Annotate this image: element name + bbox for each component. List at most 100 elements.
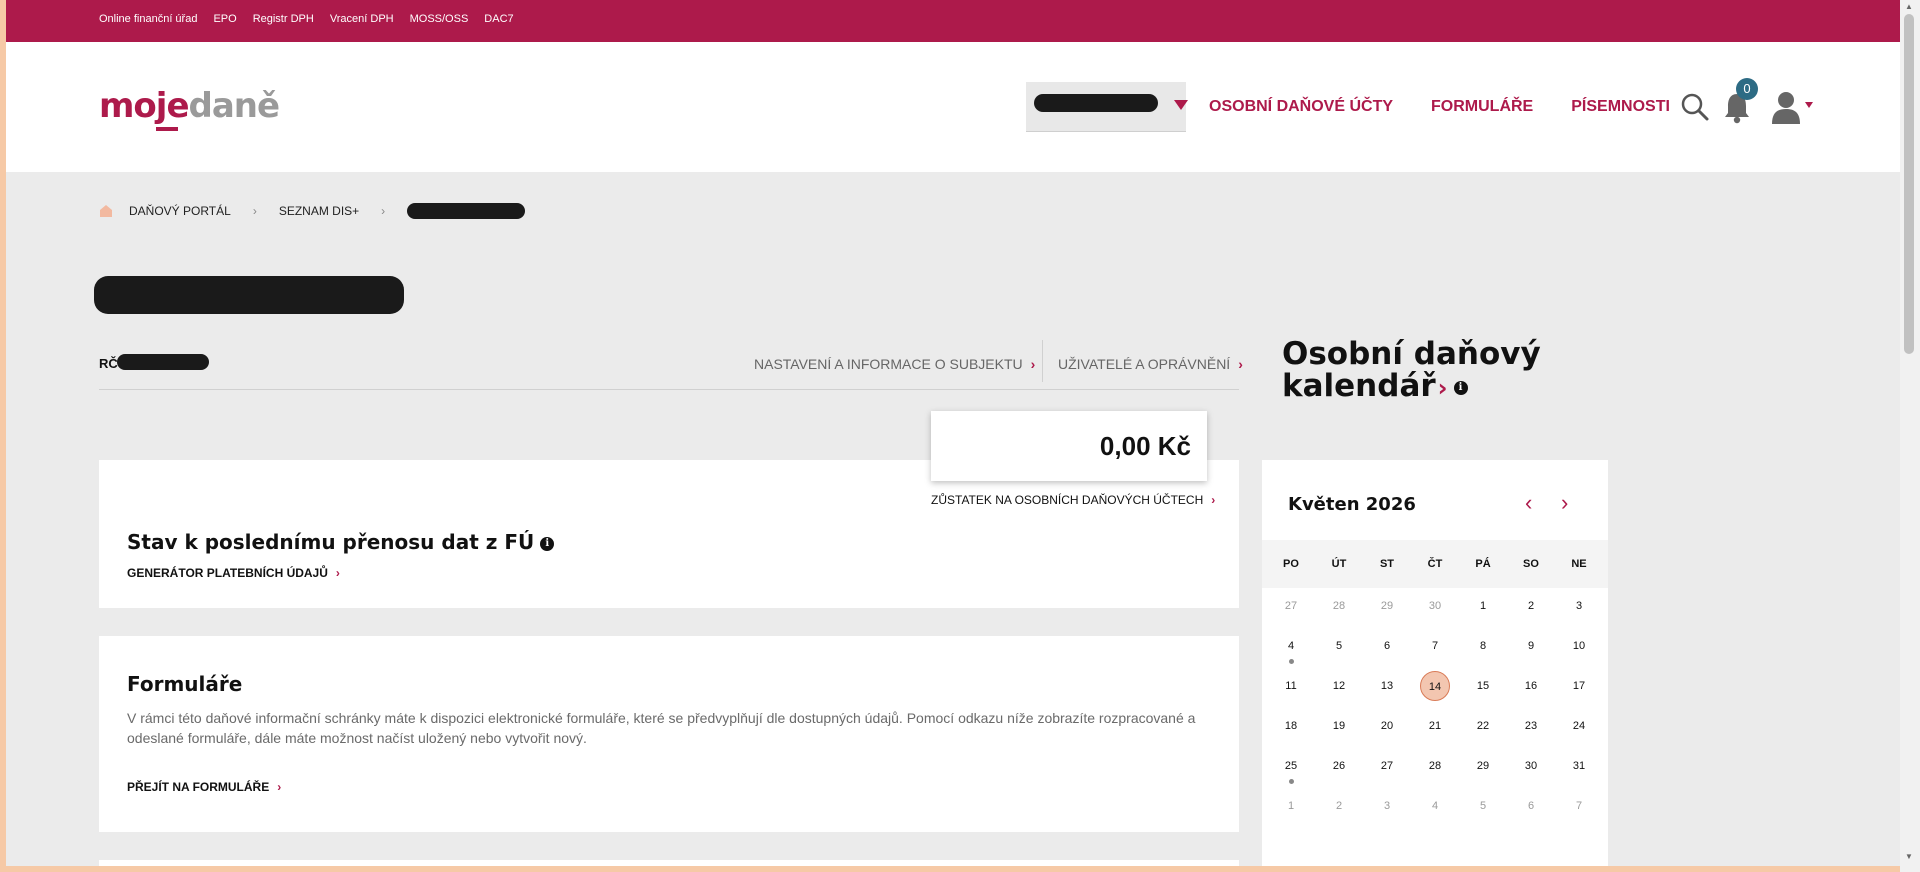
calendar-day[interactable]: 3 [1363, 791, 1411, 831]
chevron-right-icon[interactable]: › [1561, 490, 1568, 516]
chevron-right-icon: › [1030, 356, 1036, 372]
calendar-month: Květen 2026 [1288, 494, 1416, 515]
breadcrumb-danovy-portal[interactable]: DAŇOVÝ PORTÁL [129, 204, 231, 218]
calendar-day-label: 11 [1285, 680, 1297, 692]
calendar-day-label: 4 [1431, 800, 1439, 812]
chevron-left-icon[interactable]: ‹ [1525, 490, 1532, 516]
calendar-day[interactable]: 29 [1459, 751, 1507, 791]
top-link[interactable]: Vracení DPH [330, 13, 394, 25]
calendar-day[interactable]: 10 [1555, 631, 1603, 671]
calendar-day-label: 18 [1284, 720, 1298, 732]
calendar-day[interactable]: 11 [1267, 671, 1315, 711]
calendar-day[interactable]: 6 [1363, 631, 1411, 671]
calendar-day-label: 7 [1431, 640, 1439, 652]
calendar-day[interactable]: 28 [1411, 751, 1459, 791]
settings-link[interactable]: NASTAVENÍ A INFORMACE O SUBJEKTU › [754, 356, 1035, 372]
calendar-day[interactable]: 30 [1507, 751, 1555, 791]
balance-link[interactable]: ZŮSTATEK NA OSOBNÍCH DAŇOVÝCH ÚČTECH › [931, 493, 1215, 507]
calendar-day[interactable]: 5 [1459, 791, 1507, 831]
users-link[interactable]: UŽIVATELÉ A OPRÁVNĚNÍ › [1058, 356, 1243, 372]
calendar-weekday-label: PO [1283, 558, 1299, 570]
top-link[interactable]: MOSS/OSS [410, 13, 469, 25]
calendar-day[interactable]: 31 [1555, 751, 1603, 791]
calendar-day[interactable]: 23 [1507, 711, 1555, 751]
calendar-day-label: 6 [1527, 800, 1535, 812]
calendar-day-label: 23 [1524, 720, 1538, 732]
divider [1042, 340, 1043, 382]
calendar-day[interactable]: 16 [1507, 671, 1555, 711]
calendar-weekday: SO [1507, 549, 1555, 589]
calendar-day-label: 3 [1383, 800, 1391, 812]
scrollbar[interactable]: ▲ ▼ [1900, 0, 1920, 872]
calendar-day[interactable]: 13 [1363, 671, 1411, 711]
calendar-day-label: 15 [1476, 680, 1490, 692]
calendar-day[interactable]: 25 [1267, 751, 1315, 791]
calendar-day[interactable]: 5 [1315, 631, 1363, 671]
calendar-day[interactable]: 8 [1459, 631, 1507, 671]
calendar-day[interactable]: 21 [1411, 711, 1459, 751]
rc-label: RČ [99, 356, 118, 371]
chevron-right-icon: › [1238, 356, 1243, 372]
calendar-day[interactable]: 20 [1363, 711, 1411, 751]
redacted-rc-value [117, 354, 209, 370]
nav-pisemnosti[interactable]: PÍSEMNOSTI [1571, 98, 1670, 116]
calendar-day[interactable]: 29 [1363, 591, 1411, 631]
subject-select[interactable] [1026, 82, 1188, 132]
calendar-day[interactable]: 28 [1315, 591, 1363, 631]
calendar-day[interactable]: 4 [1411, 791, 1459, 831]
top-link[interactable]: Registr DPH [253, 13, 314, 25]
calendar-day[interactable]: 26 [1315, 751, 1363, 791]
calendar-day[interactable]: 22 [1459, 711, 1507, 751]
nav-osobni-danove-ucty[interactable]: OSOBNÍ DAŇOVÉ ÚČTY [1209, 98, 1393, 116]
user-icon[interactable] [1770, 90, 1814, 124]
top-link[interactable]: DAC7 [484, 13, 513, 25]
calendar-day[interactable]: 7 [1411, 631, 1459, 671]
search-icon[interactable] [1680, 92, 1710, 122]
calendar-day[interactable]: 17 [1555, 671, 1603, 711]
calendar-day[interactable]: 30 [1411, 591, 1459, 631]
calendar-heading[interactable]: Osobní daňový kalendář› i [1282, 338, 1582, 404]
calendar-day[interactable]: 1 [1267, 791, 1315, 831]
calendar-day-label: 27 [1380, 760, 1394, 772]
calendar-day-label: 13 [1380, 680, 1394, 692]
subject-info-row: RČ NASTAVENÍ A INFORMACE O SUBJEKTU › UŽI… [99, 340, 1243, 390]
forms-link[interactable]: PŘEJÍT NA FORMULÁŘE › [127, 780, 281, 794]
info-icon[interactable]: i [540, 536, 555, 551]
scroll-down-icon[interactable]: ▼ [1905, 852, 1913, 861]
calendar-day[interactable]: 2 [1315, 791, 1363, 831]
calendar-day-label: 7 [1575, 800, 1583, 812]
calendar-day[interactable]: 3 [1555, 591, 1603, 631]
breadcrumb-seznam-dis[interactable]: SEZNAM DIS+ [279, 204, 359, 218]
calendar-day[interactable]: 27 [1363, 751, 1411, 791]
logo-part-dane: daně [188, 86, 281, 126]
calendar-day[interactable]: 9 [1507, 631, 1555, 671]
calendar-day[interactable]: 19 [1315, 711, 1363, 751]
calendar-day[interactable]: 18 [1267, 711, 1315, 751]
calendar-day-label: 22 [1476, 720, 1490, 732]
calendar-day[interactable]: 24 [1555, 711, 1603, 751]
calendar-day-label: 31 [1572, 760, 1586, 772]
calendar-weekday-label: ČT [1427, 558, 1443, 570]
calendar-day[interactable]: 4 [1267, 631, 1315, 671]
scroll-thumb[interactable] [1904, 14, 1914, 354]
calendar-day[interactable]: 7 [1555, 791, 1603, 831]
home-icon[interactable] [99, 204, 113, 218]
calendar-day-today[interactable]: 14 [1411, 671, 1459, 711]
logo[interactable]: mojedaně [99, 86, 281, 131]
top-link[interactable]: EPO [213, 13, 236, 25]
calendar-heading-line1: Osobní daňový [1282, 336, 1541, 372]
calendar-day[interactable]: 6 [1507, 791, 1555, 831]
chevron-right-icon: › [1437, 374, 1448, 402]
calendar-day-label: 26 [1332, 760, 1346, 772]
chevron-right-icon: › [335, 566, 340, 580]
info-icon[interactable]: i [1453, 380, 1468, 395]
calendar-day[interactable]: 15 [1459, 671, 1507, 711]
top-link[interactable]: Online finanční úřad [99, 13, 197, 25]
calendar-day[interactable]: 2 [1507, 591, 1555, 631]
calendar-day[interactable]: 1 [1459, 591, 1507, 631]
calendar-day[interactable]: 27 [1267, 591, 1315, 631]
scroll-up-icon[interactable]: ▲ [1905, 2, 1913, 11]
payment-generator-link[interactable]: GENERÁTOR PLATEBNÍCH ÚDAJŮ › [127, 566, 340, 580]
calendar-day[interactable]: 12 [1315, 671, 1363, 711]
nav-formulare[interactable]: FORMULÁŘE [1431, 98, 1533, 116]
